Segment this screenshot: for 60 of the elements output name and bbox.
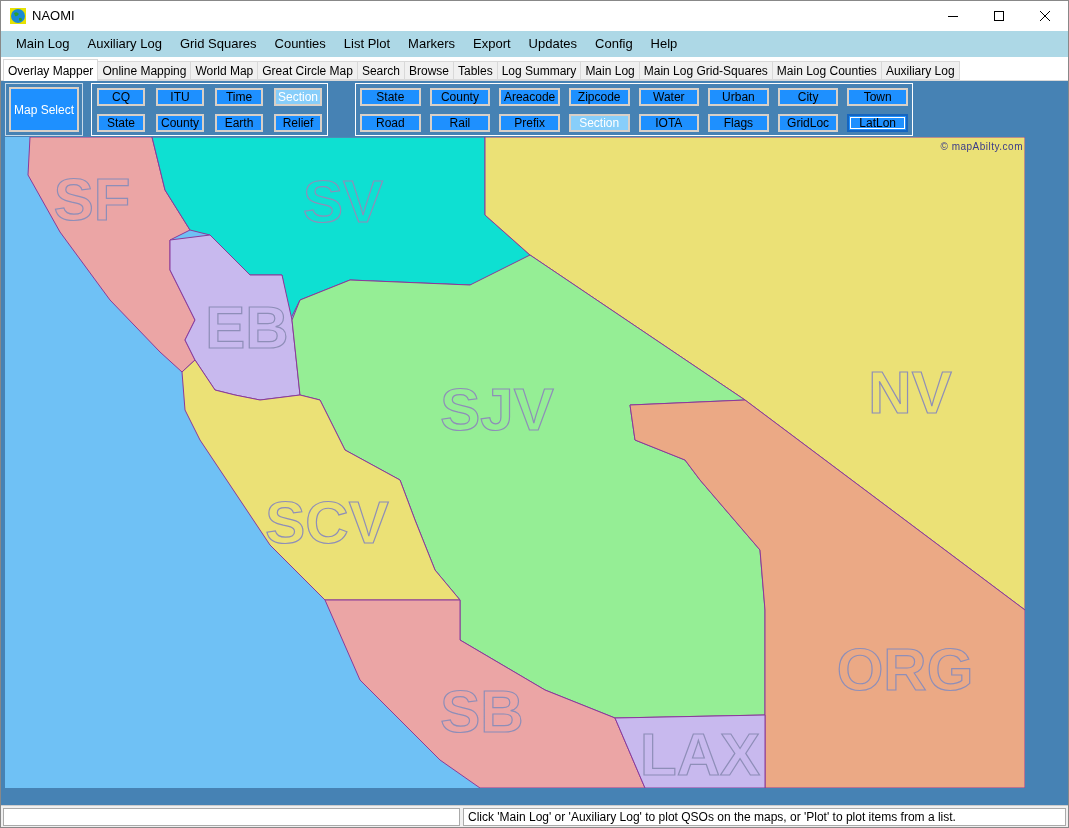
tab[interactable]: Main Log xyxy=(581,61,640,80)
menu-item[interactable]: Export xyxy=(464,33,520,55)
map-credit: © mapAbilty.com xyxy=(940,140,1023,154)
region-label: SCV xyxy=(265,489,389,556)
layer-button[interactable]: Town xyxy=(847,88,908,106)
region-label: SJV xyxy=(440,376,554,443)
tab[interactable]: Great Circle Map xyxy=(258,61,358,80)
menu-item[interactable]: Config xyxy=(586,33,642,55)
status-message: Click 'Main Log' or 'Auxiliary Log' to plot QSOs on the maps, or 'Plot' to plot items from a list. xyxy=(463,807,1066,826)
layer-button[interactable]: IOTA xyxy=(638,114,700,132)
layer-button[interactable]: ITU xyxy=(156,88,204,106)
tab[interactable]: Log Summary xyxy=(497,61,582,80)
menu-item[interactable]: Main Log xyxy=(7,33,79,55)
region-label: SB xyxy=(440,678,524,745)
tab[interactable]: Search xyxy=(357,61,405,80)
menu-item[interactable]: Grid Squares xyxy=(170,33,266,55)
menu-item[interactable]: Help xyxy=(641,33,687,55)
tab[interactable]: Online Mapping xyxy=(98,61,192,80)
layer-button[interactable]: State xyxy=(97,114,145,132)
region-label: NV xyxy=(868,359,952,426)
layer-button[interactable]: State xyxy=(360,88,421,106)
layer-button[interactable]: County xyxy=(429,88,491,106)
close-icon xyxy=(1040,11,1050,21)
layer-button[interactable]: Flags xyxy=(708,114,769,132)
layer-button[interactable]: CQ xyxy=(97,88,145,106)
menu-item[interactable]: List Plot xyxy=(334,33,400,55)
tab[interactable]: Auxiliary Log xyxy=(881,61,960,80)
layer-button[interactable]: LatLon xyxy=(847,114,908,132)
layer-button[interactable]: Zipcode xyxy=(568,88,630,106)
app-globe-icon xyxy=(10,8,26,24)
window-title: NAOMI xyxy=(32,7,75,26)
minimize-icon xyxy=(948,15,958,17)
region-label: EB xyxy=(205,294,289,361)
tab[interactable]: Main Log Counties xyxy=(772,61,882,80)
region-label: SF xyxy=(53,166,131,233)
layer-button[interactable]: Water xyxy=(638,88,700,106)
region-label: LAX xyxy=(640,721,760,788)
tab[interactable]: Tables xyxy=(454,61,498,80)
layer-button[interactable]: Time xyxy=(215,88,263,106)
layer-button[interactable]: Road xyxy=(360,114,421,132)
layer-button[interactable]: Urban xyxy=(708,88,769,106)
layer-button[interactable]: Earth xyxy=(215,114,263,132)
layer-button[interactable]: Prefix xyxy=(499,114,560,132)
menu-item[interactable]: Markers xyxy=(399,33,465,55)
tab[interactable]: Overlay Mapper xyxy=(3,59,99,81)
tab[interactable]: Browse xyxy=(404,61,454,80)
layer-button[interactable]: County xyxy=(156,114,204,132)
tab[interactable]: Main Log Grid-Squares xyxy=(639,61,773,80)
menu-item[interactable]: Auxiliary Log xyxy=(78,33,171,55)
layer-button[interactable]: GridLoc xyxy=(777,114,839,132)
menu-item[interactable]: Counties xyxy=(265,33,335,55)
tab[interactable]: World Map xyxy=(191,61,259,80)
layer-button[interactable]: City xyxy=(777,88,839,106)
menu-item[interactable]: Updates xyxy=(519,33,587,55)
layer-button[interactable]: Rail xyxy=(429,114,491,132)
region-label: ORG xyxy=(836,636,974,703)
region-label: SV xyxy=(303,168,383,235)
layer-button[interactable]: Areacode xyxy=(499,88,560,106)
maximize-icon xyxy=(994,11,1004,21)
layer-button[interactable]: Relief xyxy=(274,114,322,132)
